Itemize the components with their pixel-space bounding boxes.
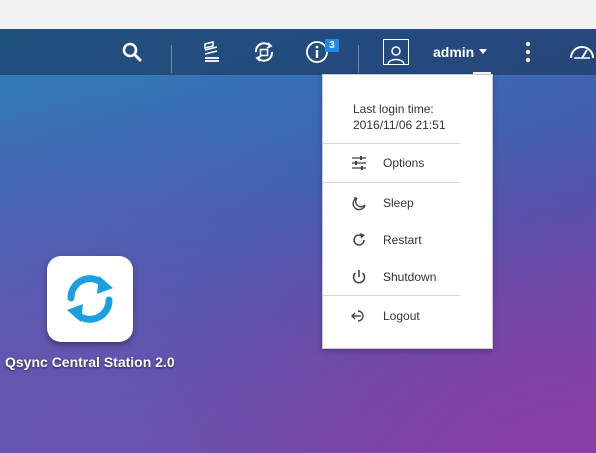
menu-item-label: Restart xyxy=(383,233,422,247)
sliders-icon xyxy=(351,155,367,171)
qsync-app-tile[interactable] xyxy=(47,256,133,342)
last-login-time: 2016/11/06 21:51 xyxy=(353,118,446,132)
user-name-menu[interactable]: admin xyxy=(433,44,474,60)
external-device-icon[interactable] xyxy=(250,38,278,66)
menu-item-logout[interactable]: Logout xyxy=(337,299,467,333)
background-tasks-icon[interactable] xyxy=(197,38,225,66)
notification-count-badge: 3 xyxy=(325,39,339,52)
menu-item-label: Sleep xyxy=(383,196,414,210)
menu-item-shutdown[interactable]: Shutdown xyxy=(337,260,467,294)
desktop-background xyxy=(0,29,596,453)
toolbar-separator xyxy=(171,45,172,73)
logout-icon xyxy=(351,308,367,324)
menu-item-label: Options xyxy=(383,156,425,170)
menu-item-restart[interactable]: Restart xyxy=(337,223,467,257)
user-dropdown-menu: Last login time: 2016/11/06 21:51 Option… xyxy=(322,74,493,349)
chevron-down-icon[interactable] xyxy=(479,49,487,54)
menu-item-sleep[interactable]: Sleep xyxy=(337,186,467,220)
toolbar-separator xyxy=(358,45,359,73)
dashboard-gauge-icon[interactable] xyxy=(568,38,596,66)
search-icon[interactable] xyxy=(118,38,146,66)
menu-divider xyxy=(323,143,460,144)
app-label[interactable]: Qsync Central Station 2.0 xyxy=(5,354,175,370)
last-login-label: Last login time: xyxy=(353,102,434,116)
more-options-icon[interactable] xyxy=(514,38,542,66)
qsync-sync-icon xyxy=(67,275,113,323)
menu-divider xyxy=(323,182,460,183)
browser-top-strip xyxy=(0,0,596,30)
power-icon xyxy=(351,269,367,285)
top-toolbar xyxy=(0,29,596,75)
menu-item-label: Logout xyxy=(383,309,420,323)
menu-divider xyxy=(323,295,460,296)
menu-item-options[interactable]: Options xyxy=(337,146,467,180)
moon-icon xyxy=(351,195,367,211)
menu-item-label: Shutdown xyxy=(383,270,437,284)
restart-icon xyxy=(351,232,367,248)
user-avatar-icon[interactable] xyxy=(383,39,409,65)
